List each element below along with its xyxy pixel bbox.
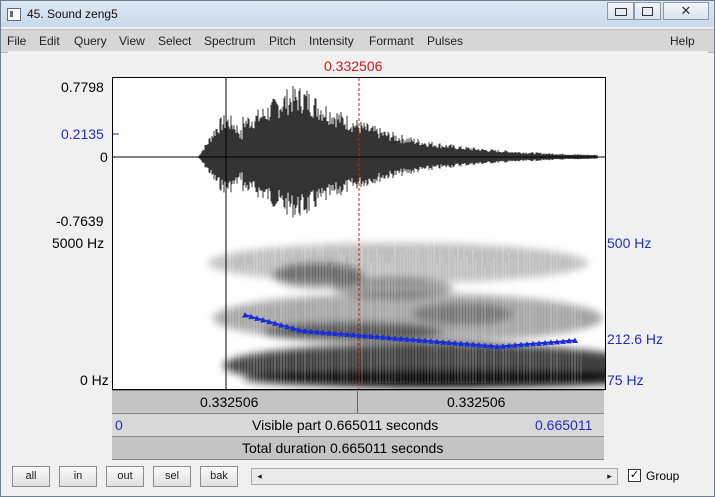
waveform-trace bbox=[198, 85, 598, 218]
menu-formant[interactable]: Formant bbox=[369, 34, 414, 48]
visible-start: 0 bbox=[115, 417, 123, 433]
window-title: 45. Sound zeng5 bbox=[27, 7, 118, 21]
spectrogram-min-freq: 0 Hz bbox=[80, 372, 109, 388]
scroll-right-arrow-icon[interactable]: ▸ bbox=[602, 469, 617, 484]
waveform-min-label: -0.7639 bbox=[56, 213, 104, 229]
close-icon: ✕ bbox=[680, 3, 692, 18]
menu-edit[interactable]: Edit bbox=[39, 34, 60, 48]
spectrogram-plot bbox=[208, 233, 605, 389]
menu-help[interactable]: Help bbox=[670, 34, 695, 48]
right-segment-duration: 0.332506 bbox=[447, 394, 506, 410]
zoom-selection-button[interactable]: sel bbox=[153, 466, 191, 487]
horizontal-scrollbar[interactable]: ◂ ▸ bbox=[251, 468, 618, 485]
pitch-value-label: 212.6 Hz bbox=[607, 331, 664, 347]
scroll-left-arrow-icon[interactable]: ◂ bbox=[252, 469, 267, 484]
minimize-button[interactable] bbox=[607, 2, 634, 20]
zoom-all-button[interactable]: all bbox=[12, 466, 50, 487]
menu-view[interactable]: View bbox=[119, 34, 145, 48]
menu-query[interactable]: Query bbox=[74, 34, 107, 48]
editor-canvas: 0.332506 0.7798 0.2135 0 -0.7639 5000 Hz… bbox=[8, 51, 708, 463]
restore-button[interactable] bbox=[634, 2, 661, 20]
total-duration-bar[interactable]: Total duration 0.665011 seconds bbox=[112, 436, 604, 460]
title-bar: 45. Sound zeng5 ✕ bbox=[1, 1, 714, 27]
waveform-samples bbox=[198, 85, 598, 218]
close-button[interactable]: ✕ bbox=[663, 2, 709, 20]
zoom-in-button[interactable]: in bbox=[59, 466, 97, 487]
menu-select[interactable]: Select bbox=[158, 34, 191, 48]
zoom-back-button[interactable]: bak bbox=[200, 466, 238, 487]
waveform-max-label: 0.7798 bbox=[61, 79, 104, 95]
cursor-time-label: 0.332506 bbox=[324, 58, 383, 74]
menu-pitch[interactable]: Pitch bbox=[269, 34, 296, 48]
window-app-icon bbox=[7, 8, 21, 21]
praat-sound-window: 45. Sound zeng5 ✕ File Edit Query View S… bbox=[0, 0, 715, 497]
menu-intensity[interactable]: Intensity bbox=[309, 34, 354, 48]
menu-file[interactable]: File bbox=[7, 34, 26, 48]
waveform-panel[interactable] bbox=[112, 77, 606, 235]
menu-spectrum[interactable]: Spectrum bbox=[204, 34, 255, 48]
pitch-min-label: 75 Hz bbox=[607, 372, 644, 388]
group-checkbox[interactable]: ✓ bbox=[628, 469, 641, 482]
menu-pulses[interactable]: Pulses bbox=[427, 34, 463, 48]
waveform-cursor-value: 0.2135 bbox=[61, 126, 104, 142]
minimize-icon bbox=[614, 8, 627, 16]
waveform-zero-label: 0 bbox=[100, 149, 108, 165]
visible-end: 0.665011 bbox=[535, 417, 593, 433]
selection-time-bar[interactable]: 0.332506 0.332506 bbox=[112, 390, 604, 414]
bottom-toolbar: all in out sel bak ◂ ▸ ✓ Group bbox=[1, 463, 714, 496]
checkmark-icon: ✓ bbox=[629, 469, 640, 481]
zoom-out-button[interactable]: out bbox=[106, 466, 144, 487]
group-label: Group bbox=[646, 469, 680, 483]
menu-bar: File Edit Query View Select Spectrum Pit… bbox=[1, 29, 714, 53]
visible-part-text: Visible part 0.665011 seconds bbox=[252, 417, 439, 433]
spectrogram-max-freq: 5000 Hz bbox=[52, 235, 105, 251]
total-duration-text: Total duration 0.665011 seconds bbox=[242, 440, 444, 456]
pitch-max-label: 500 Hz bbox=[607, 235, 652, 251]
spectrogram-panel[interactable] bbox=[112, 233, 606, 390]
visible-part-bar[interactable]: 0 Visible part 0.665011 seconds 0.665011 bbox=[112, 413, 604, 437]
restore-icon bbox=[642, 7, 653, 16]
left-segment-duration: 0.332506 bbox=[200, 394, 259, 410]
waveform-plot bbox=[113, 78, 605, 234]
